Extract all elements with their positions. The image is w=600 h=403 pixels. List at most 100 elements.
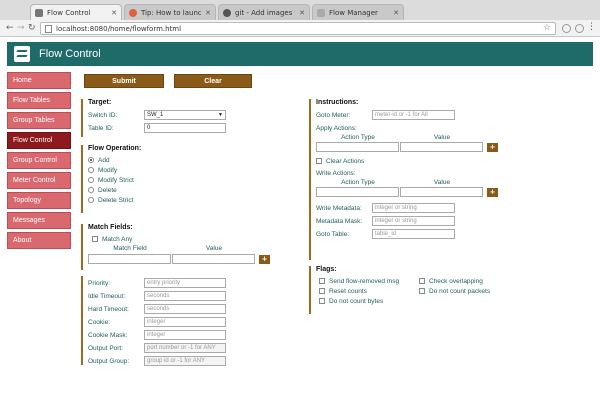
browser-tab-tip[interactable]: Tip: How to launch a ✕ bbox=[124, 4, 216, 20]
reload-icon[interactable]: ↻ bbox=[28, 23, 36, 33]
checkbox[interactable] bbox=[419, 288, 425, 294]
radio-button[interactable] bbox=[88, 157, 94, 163]
match-value-input[interactable] bbox=[172, 254, 255, 264]
address-bar[interactable]: localhost:8080/home/flowform.html ☆ bbox=[40, 22, 556, 35]
flow-fields-section: Priority: entry priority Idle Timeout: s… bbox=[81, 276, 231, 366]
hard-timeout-label: Hard Timeout: bbox=[88, 305, 129, 313]
cookie-mask-input[interactable]: integer bbox=[144, 330, 226, 340]
operation-option-modify-strict[interactable]: Modify Strict bbox=[88, 175, 231, 185]
cookie-mask-label: Cookie Mask: bbox=[88, 331, 128, 339]
instructions-section: Instructions: Goto Meter: meter-id or -1… bbox=[309, 99, 499, 260]
switch-id-value: SW_1 bbox=[147, 112, 164, 118]
switch-id-select[interactable]: SW_1 ▼ bbox=[144, 110, 226, 120]
sidebar-item-flow-control[interactable]: Flow Control bbox=[7, 132, 71, 149]
write-action-value-column-header: Value bbox=[433, 179, 451, 186]
match-fields-title: Match Fields: bbox=[88, 224, 133, 231]
close-icon[interactable]: ✕ bbox=[205, 9, 211, 17]
sidebar: Home Flow Tables Group Tables Flow Contr… bbox=[7, 72, 71, 252]
flag-reset-counts[interactable]: Reset counts bbox=[319, 286, 419, 296]
submit-button[interactable]: Submit bbox=[84, 74, 164, 88]
checkbox[interactable] bbox=[319, 298, 325, 304]
match-field-input[interactable] bbox=[88, 254, 171, 264]
sidebar-item-label: Group Tables bbox=[13, 117, 55, 124]
write-action-type-input[interactable] bbox=[316, 187, 399, 197]
app-header: Flow Control bbox=[7, 42, 593, 66]
radio-button[interactable] bbox=[88, 177, 94, 183]
flow-operation-title: Flow Operation: bbox=[88, 145, 142, 152]
match-fields-section: Match Fields: Match Any Match Field Valu… bbox=[81, 224, 271, 270]
flag-check-overlapping[interactable]: Check overlapping bbox=[419, 276, 516, 286]
extension-icon[interactable] bbox=[575, 24, 584, 33]
browser-toolbar: ← → ↻ localhost:8080/home/flowform.html … bbox=[0, 20, 600, 37]
clear-actions-option[interactable]: Clear Actions bbox=[316, 156, 499, 166]
target-title: Target: bbox=[88, 99, 112, 106]
sidebar-item-label: Flow Control bbox=[13, 137, 53, 144]
forward-icon[interactable]: → bbox=[17, 23, 25, 33]
github-favicon-icon bbox=[223, 8, 231, 17]
write-action-value-input[interactable] bbox=[400, 187, 483, 197]
radio-button[interactable] bbox=[88, 167, 94, 173]
sidebar-item-messages[interactable]: Messages bbox=[7, 212, 71, 229]
flag-no-packet-count[interactable]: Do not count packets bbox=[419, 286, 516, 296]
tip-favicon-icon bbox=[129, 8, 137, 17]
idle-timeout-input[interactable]: seconds bbox=[144, 291, 226, 301]
match-any-option[interactable]: Match Any bbox=[92, 234, 271, 244]
operation-option-add[interactable]: Add bbox=[88, 155, 231, 165]
checkbox[interactable] bbox=[419, 278, 425, 284]
back-icon[interactable]: ← bbox=[6, 23, 14, 33]
table-id-label: Table ID: bbox=[88, 124, 114, 132]
metadata-mask-input[interactable]: integer or string bbox=[372, 216, 455, 226]
operation-option-modify[interactable]: Modify bbox=[88, 165, 231, 175]
hard-timeout-input[interactable]: seconds bbox=[144, 304, 226, 314]
sidebar-item-group-tables[interactable]: Group Tables bbox=[7, 112, 71, 129]
browser-tab-flow-control[interactable]: Flow Control ✕ bbox=[30, 4, 122, 20]
sidebar-item-meter-control[interactable]: Meter Control bbox=[7, 172, 71, 189]
apply-action-value-input[interactable] bbox=[400, 142, 483, 152]
apply-action-type-input[interactable] bbox=[316, 142, 399, 152]
flags-title: Flags: bbox=[316, 266, 337, 273]
match-field-column-header: Match Field bbox=[113, 245, 147, 252]
output-port-input[interactable]: port number or -1 for ANY bbox=[144, 343, 226, 353]
sidebar-item-label: Group Control bbox=[13, 157, 57, 164]
goto-table-input[interactable]: table_id bbox=[372, 229, 455, 239]
operation-option-delete-strict[interactable]: Delete Strict bbox=[88, 195, 231, 205]
add-apply-action-button[interactable]: + bbox=[487, 142, 498, 152]
sidebar-item-group-control[interactable]: Group Control bbox=[7, 152, 71, 169]
output-group-input[interactable]: group id or -1 for ANY bbox=[144, 356, 226, 366]
flags-section: Flags: Send flow-removed msg Check overl… bbox=[309, 266, 509, 314]
checkbox[interactable] bbox=[319, 288, 325, 294]
radio-button[interactable] bbox=[88, 187, 94, 193]
close-icon[interactable]: ✕ bbox=[393, 9, 399, 17]
cookie-input[interactable]: integer bbox=[144, 317, 226, 327]
flag-no-byte-count[interactable]: Do not count bytes bbox=[319, 296, 419, 306]
table-id-input[interactable]: 0 bbox=[144, 123, 226, 133]
extension-icon[interactable] bbox=[562, 24, 571, 33]
apply-actions-title: Apply Actions: bbox=[316, 125, 357, 132]
browser-tab-flow-manager[interactable]: Flow Manager ✕ bbox=[312, 4, 404, 20]
radio-button[interactable] bbox=[88, 197, 94, 203]
close-icon[interactable]: ✕ bbox=[111, 9, 117, 17]
close-icon[interactable]: ✕ bbox=[299, 9, 305, 17]
sidebar-item-topology[interactable]: Topology bbox=[7, 192, 71, 209]
goto-meter-input[interactable]: meter-id or -1 for All bbox=[372, 110, 455, 120]
add-match-button[interactable]: + bbox=[259, 254, 270, 264]
match-any-checkbox[interactable] bbox=[92, 236, 98, 242]
browser-tab-git[interactable]: git - Add images to R ✕ bbox=[218, 4, 310, 20]
sidebar-item-about[interactable]: About bbox=[7, 232, 71, 249]
cookie-label: Cookie: bbox=[88, 318, 111, 326]
menu-icon[interactable]: ⋮ bbox=[587, 22, 596, 32]
url-text: localhost:8080/home/flowform.html bbox=[56, 24, 182, 33]
sidebar-item-home[interactable]: Home bbox=[7, 72, 71, 89]
sidebar-item-flow-tables[interactable]: Flow Tables bbox=[7, 92, 71, 109]
goto-meter-label: Goto Meter: bbox=[316, 111, 351, 119]
flag-send-flow-removed[interactable]: Send flow-removed msg bbox=[319, 276, 419, 286]
checkbox[interactable] bbox=[319, 278, 325, 284]
clear-actions-checkbox[interactable] bbox=[316, 158, 322, 164]
write-metadata-input[interactable]: integer or string bbox=[372, 203, 455, 213]
operation-option-delete[interactable]: Delete bbox=[88, 185, 231, 195]
priority-input[interactable]: entry priority bbox=[144, 278, 226, 288]
bookmark-star-icon[interactable]: ☆ bbox=[543, 23, 551, 33]
clear-button[interactable]: Clear bbox=[174, 74, 252, 88]
add-write-action-button[interactable]: + bbox=[487, 187, 498, 197]
page-favicon-icon bbox=[317, 8, 325, 17]
